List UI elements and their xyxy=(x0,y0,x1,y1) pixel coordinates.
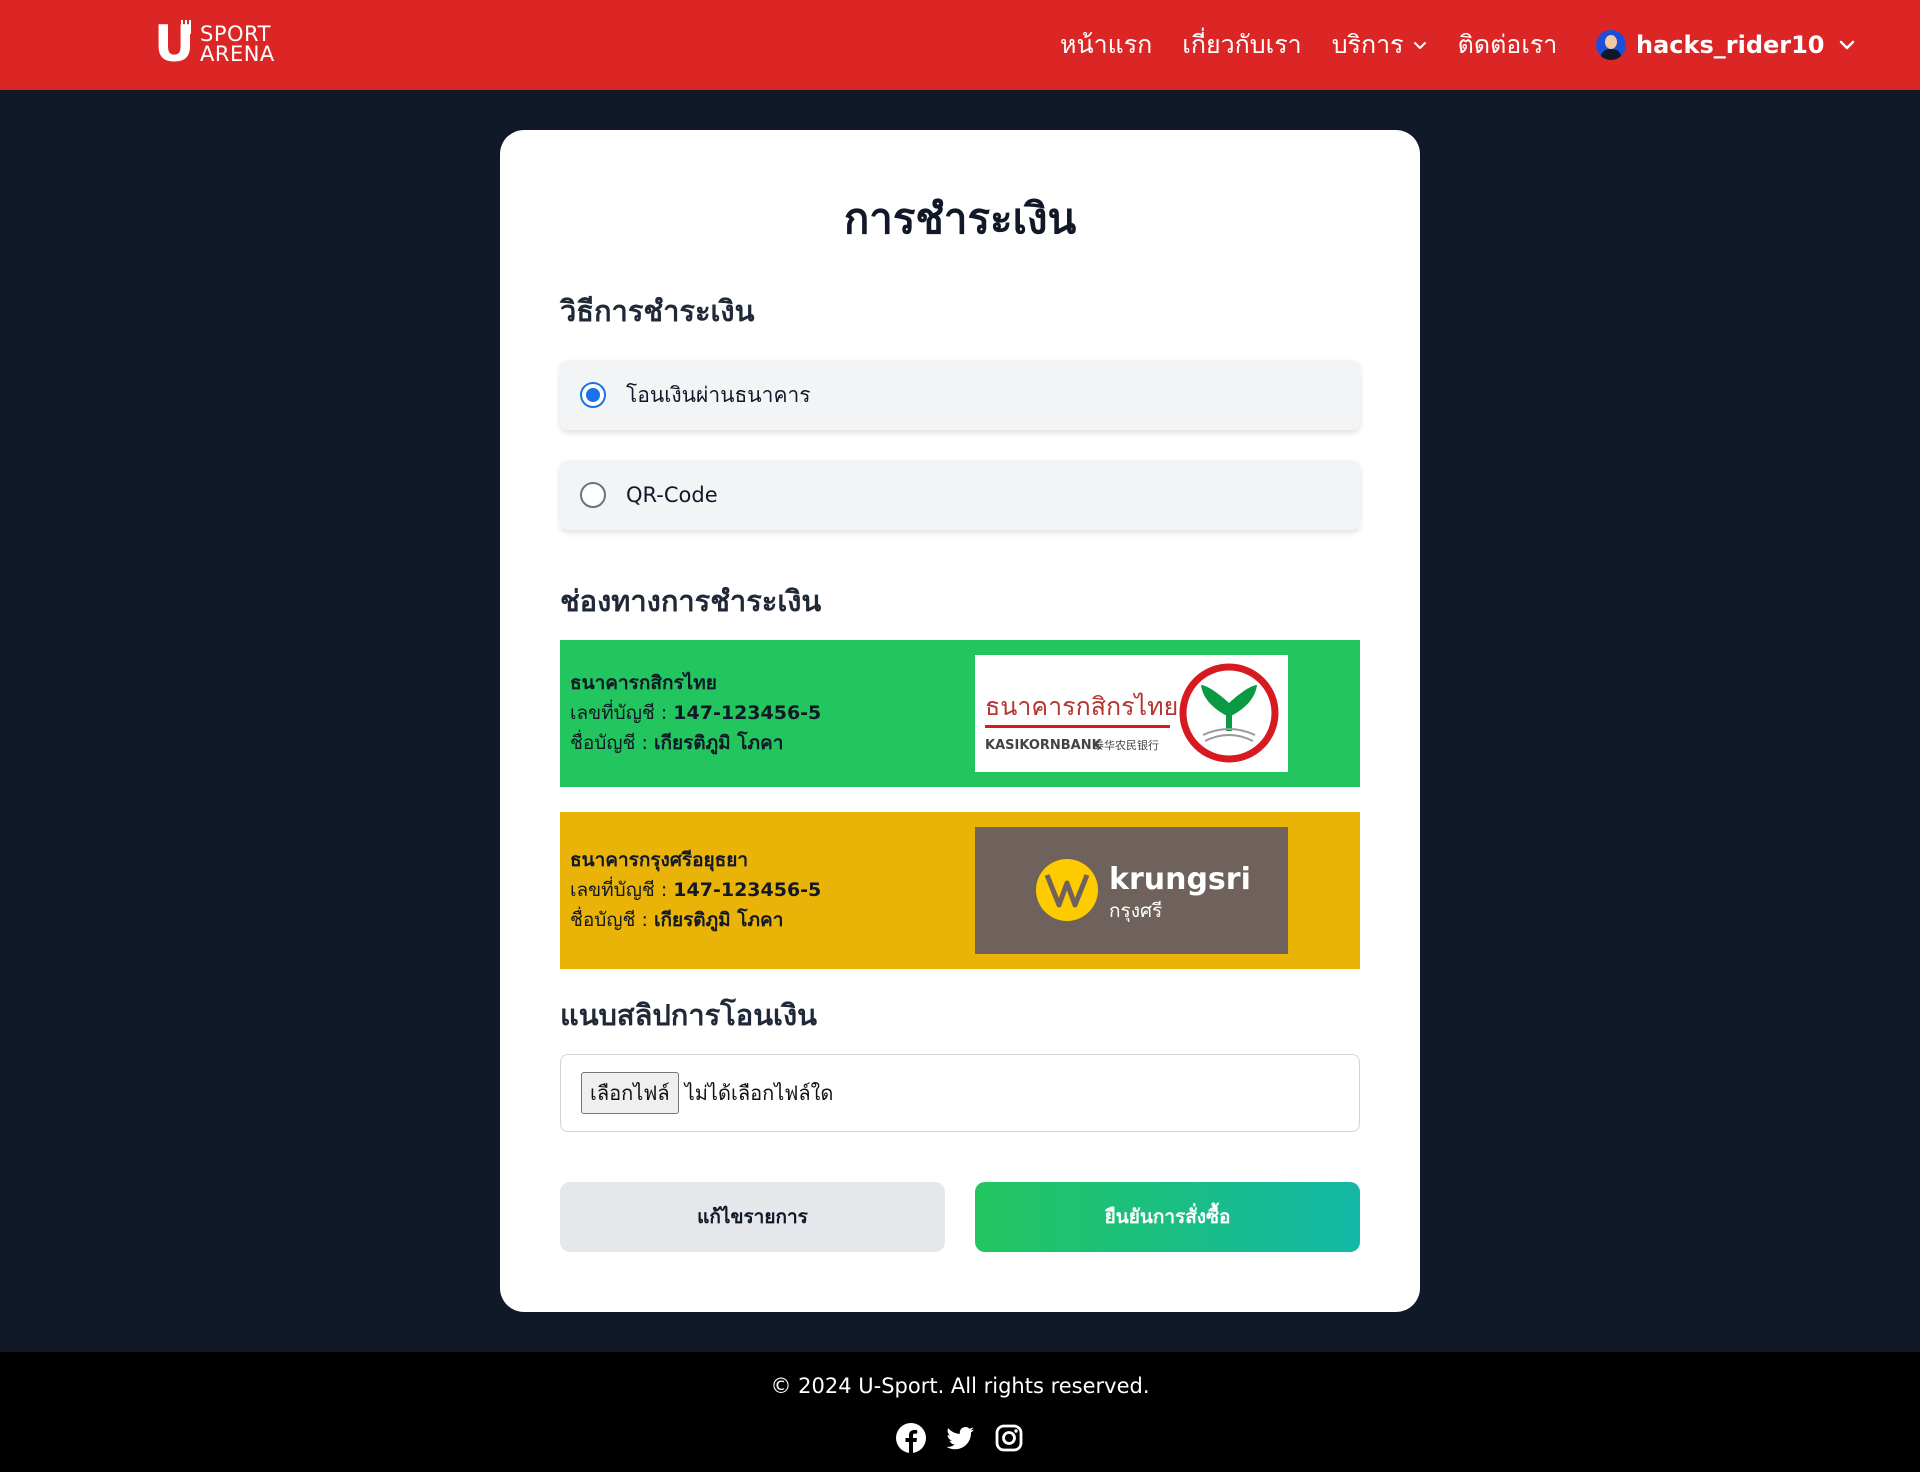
username: hacks_rider10 xyxy=(1636,31,1825,59)
account-holder: เกียรติภูมิ โภคา xyxy=(653,732,784,754)
instagram-icon[interactable] xyxy=(993,1422,1025,1454)
logo-line2: ARENA xyxy=(200,42,275,66)
account-holder-row: ชื่อบัญชี : เกียรติภูมิ โภคา xyxy=(570,909,784,931)
twitter-icon[interactable] xyxy=(944,1422,976,1454)
user-menu[interactable]: hacks_rider10 xyxy=(1596,26,1857,64)
method-option-bank-transfer[interactable]: โอนเงินผ่านธนาคาร xyxy=(560,360,1360,430)
radio-bank-transfer[interactable] xyxy=(580,382,606,408)
svg-text:กรุงศรี: กรุงศรี xyxy=(1109,900,1162,923)
logo-stripes-icon xyxy=(181,20,191,34)
page-title: การชำระเงิน xyxy=(843,194,1077,243)
copyright-text: © 2024 U-Sport. All rights reserved. xyxy=(770,1374,1150,1398)
bank-name: ธนาคารกสิกรไทย xyxy=(570,672,717,694)
nav-services[interactable]: บริการ xyxy=(1332,25,1428,65)
svg-text:ธนาคารกสิกรไทย: ธนาคารกสิกรไทย xyxy=(985,692,1178,721)
bank-info-kasikorn: ธนาคารกสิกรไทย เลขที่บัญชี : 147-123456-… xyxy=(570,668,821,758)
choose-file-button[interactable]: เลือกไฟล์ xyxy=(581,1072,679,1114)
facebook-icon[interactable] xyxy=(895,1422,927,1454)
krungsri-logo-icon: krungsri กรุงศรี xyxy=(975,827,1288,954)
bank-name: ธนาคารกรุงศรีอยุธยา xyxy=(570,849,749,871)
nav-home[interactable]: หน้าแรก xyxy=(1060,25,1152,65)
slip-file-input[interactable]: เลือกไฟล์ ไม่ได้เลือกไฟล์ใด xyxy=(560,1054,1360,1132)
slip-upload-heading: แนบสลิปการโอนเงิน xyxy=(560,998,817,1032)
nav-about[interactable]: เกี่ยวกับเรา xyxy=(1182,25,1301,65)
method-label-bank-transfer: โอนเงินผ่านธนาคาร xyxy=(626,382,811,407)
method-label-qr-code: QR-Code xyxy=(626,483,718,507)
radio-qr-code[interactable] xyxy=(580,482,606,508)
payment-method-heading: วิธีการชำระเงิน xyxy=(560,294,755,328)
method-option-qr-code[interactable]: QR-Code xyxy=(560,460,1360,530)
logo-text: SPORT ARENA xyxy=(200,22,275,66)
account-number-row: เลขที่บัญชี : 147-123456-5 xyxy=(570,702,822,724)
payment-channel-heading: ช่องทางการชำระเงิน xyxy=(560,584,822,618)
chevron-down-icon xyxy=(1413,42,1426,49)
logo-line1: SPORT xyxy=(200,22,271,46)
kasikorn-logo-icon: ธนาคารกสิกรไทย KASIKORNBANK 泰华农民银行 xyxy=(975,655,1288,772)
account-number-row: เลขที่บัญชี : 147-123456-5 xyxy=(570,879,822,901)
svg-text:泰华农民银行: 泰华农民银行 xyxy=(1093,738,1159,752)
chevron-down-icon xyxy=(1839,40,1854,50)
file-status-text: ไม่ได้เลือกไฟล์ใด xyxy=(684,1081,834,1105)
bank-info-krungsri: ธนาคารกรุงศรีอยุธยา เลขที่บัญชี : 147-12… xyxy=(570,845,821,935)
bank-card-kasikorn: ธนาคารกสิกรไทย เลขที่บัญชี : 147-123456-… xyxy=(560,640,1360,787)
svg-text:krungsri: krungsri xyxy=(1109,862,1251,897)
edit-order-button[interactable]: แก้ไขรายการ xyxy=(560,1182,945,1252)
footer: © 2024 U-Sport. All rights reserved. xyxy=(0,1352,1920,1472)
payment-card: การชำระเงิน วิธีการชำระเงิน โอนเงินผ่านธ… xyxy=(500,130,1420,1312)
site-logo[interactable]: U SPORT ARENA xyxy=(154,18,274,70)
account-holder: เกียรติภูมิ โภคา xyxy=(653,909,784,931)
svg-text:KASIKORNBANK: KASIKORNBANK xyxy=(985,738,1103,753)
social-links xyxy=(895,1422,1025,1454)
account-number: 147-123456-5 xyxy=(673,879,822,901)
account-number: 147-123456-5 xyxy=(673,702,822,724)
nav-services-label: บริการ xyxy=(1331,30,1404,59)
top-navbar: U SPORT ARENA หน้าแรก เกี่ยวกับเรา บริกา… xyxy=(0,0,1920,90)
confirm-order-button[interactable]: ยืนยันการสั่งซื้อ xyxy=(975,1182,1360,1252)
main-nav: หน้าแรก เกี่ยวกับเรา บริการ ติดต่อเรา xyxy=(1060,0,1587,90)
nav-contact[interactable]: ติดต่อเรา xyxy=(1458,25,1558,65)
bank-card-krungsri: ธนาคารกรุงศรีอยุธยา เลขที่บัญชี : 147-12… xyxy=(560,812,1360,969)
account-holder-row: ชื่อบัญชี : เกียรติภูมิ โภคา xyxy=(570,732,784,754)
avatar xyxy=(1596,30,1626,60)
